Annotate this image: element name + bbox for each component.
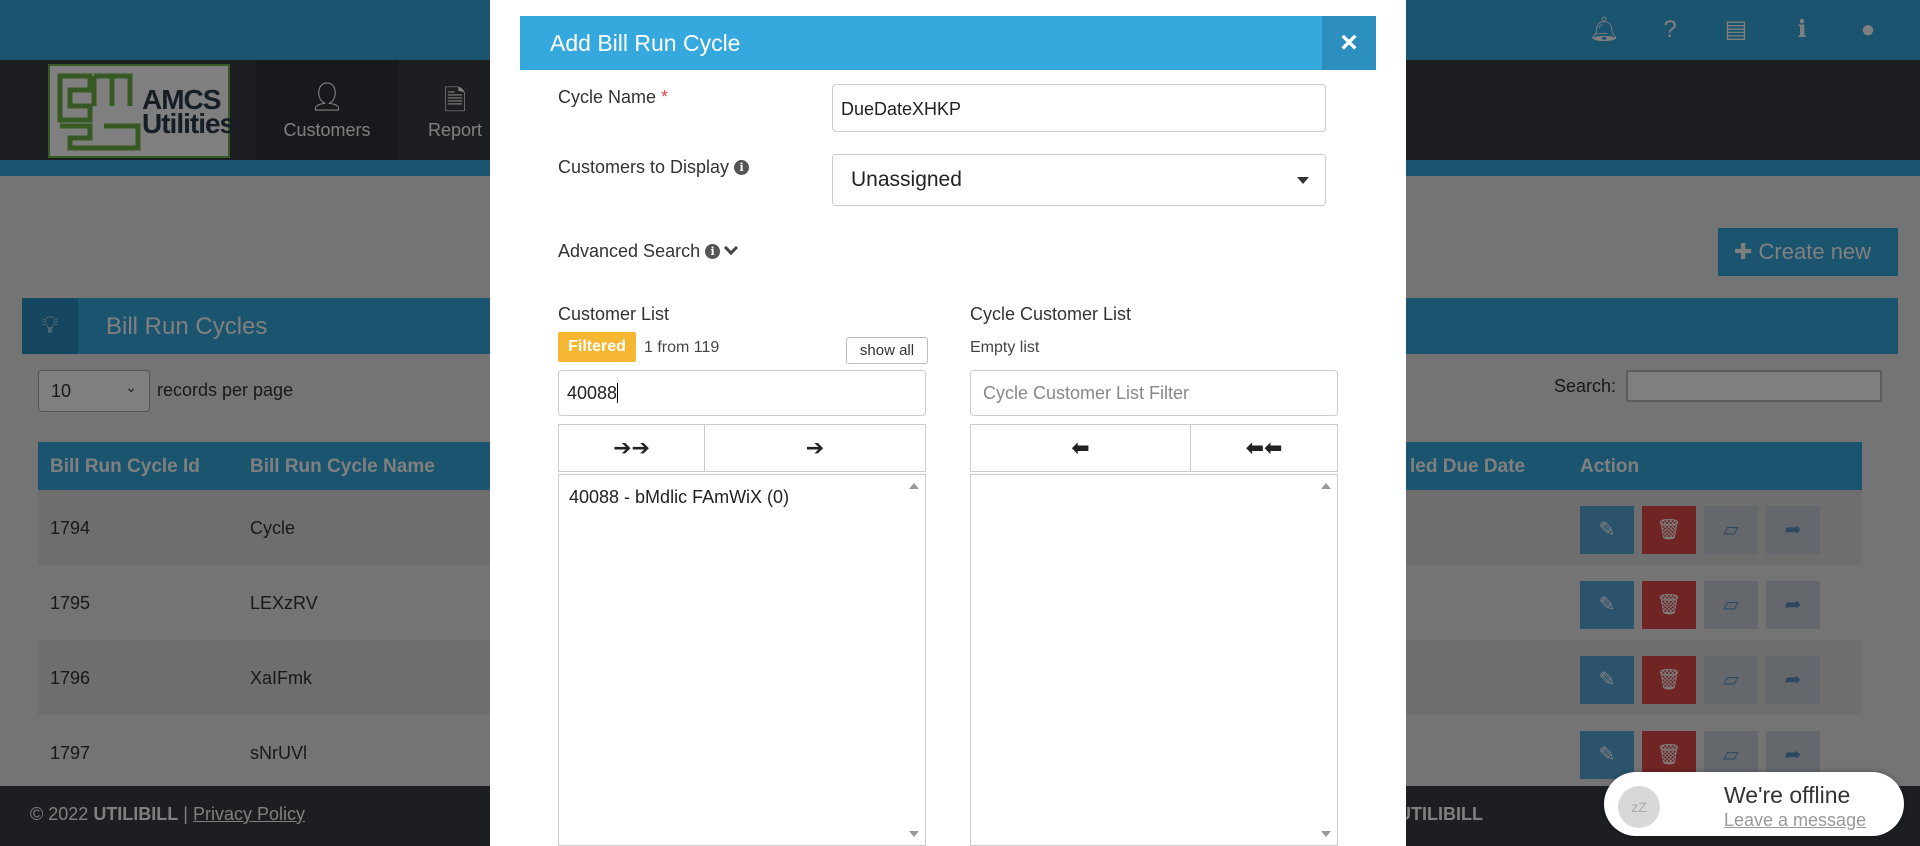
scroll-up-icon[interactable] (909, 483, 919, 489)
cycle-name-label: Cycle Name * (558, 87, 669, 107)
cycle-move-buttons: ⬅ ⬅⬅ (970, 424, 1338, 472)
scroll-down-icon[interactable] (1321, 831, 1331, 837)
scroll-down-icon[interactable] (909, 831, 919, 837)
modal-header: Add Bill Run Cycle × (520, 16, 1376, 70)
cycle-name-input[interactable]: DueDateXHKP (832, 84, 1326, 132)
customer-move-buttons: ➔➔ ➔ (558, 424, 926, 472)
info-icon: i (734, 160, 750, 175)
chat-status: We're offline (1724, 782, 1851, 808)
info-icon: i (705, 244, 721, 259)
sleeping-chat-icon: zZ (1618, 786, 1660, 828)
list-item[interactable]: 40088 - bMdlic FAmWiX (0) (569, 487, 789, 508)
required-mark: * (661, 87, 669, 107)
customers-to-display-select[interactable]: Unassigned (832, 154, 1326, 206)
move-right-button[interactable]: ➔ (705, 425, 925, 471)
customer-list-filter-input[interactable]: 40088 (558, 370, 926, 416)
chat-widget[interactable]: zZ We're offline Leave a message (1604, 772, 1904, 836)
filtered-badge: Filtered (558, 332, 636, 362)
leave-message-link[interactable]: Leave a message (1724, 810, 1866, 831)
customer-list-label: Customer List (558, 304, 670, 324)
arrow-left-icon: ⬅ (1071, 435, 1090, 460)
chevron-down-icon (724, 240, 739, 256)
customers-to-display-label: Customers to Display i (558, 157, 750, 178)
move-all-right-button[interactable]: ➔➔ (559, 425, 705, 471)
cycle-customer-list-label: Cycle Customer List (970, 304, 1132, 324)
advanced-search-toggle[interactable]: Advanced Search i (558, 240, 739, 262)
close-button[interactable]: × (1322, 16, 1376, 70)
caret-down-icon (1297, 177, 1309, 184)
modal-title: Add Bill Run Cycle (550, 30, 741, 56)
add-bill-run-cycle-modal: Add Bill Run Cycle × Cycle Name * DueDat… (490, 0, 1406, 846)
filtered-count: 1 from 119 (644, 339, 720, 356)
double-arrow-right-icon: ➔➔ (613, 435, 650, 460)
move-all-left-button[interactable]: ⬅⬅ (1191, 425, 1337, 471)
show-all-button[interactable]: show all (846, 337, 928, 364)
scroll-up-icon[interactable] (1321, 483, 1331, 489)
cycle-customer-list-box[interactable] (970, 474, 1338, 846)
customer-list-box[interactable]: 40088 - bMdlic FAmWiX (0) (558, 474, 926, 846)
cycle-customer-list-filter-input[interactable]: Cycle Customer List Filter (970, 370, 1338, 416)
text-cursor (617, 383, 619, 403)
arrow-right-icon: ➔ (805, 435, 825, 460)
move-left-button[interactable]: ⬅ (971, 425, 1191, 471)
empty-list-text: Empty list (970, 339, 1040, 356)
double-arrow-left-icon: ⬅⬅ (1245, 435, 1283, 460)
